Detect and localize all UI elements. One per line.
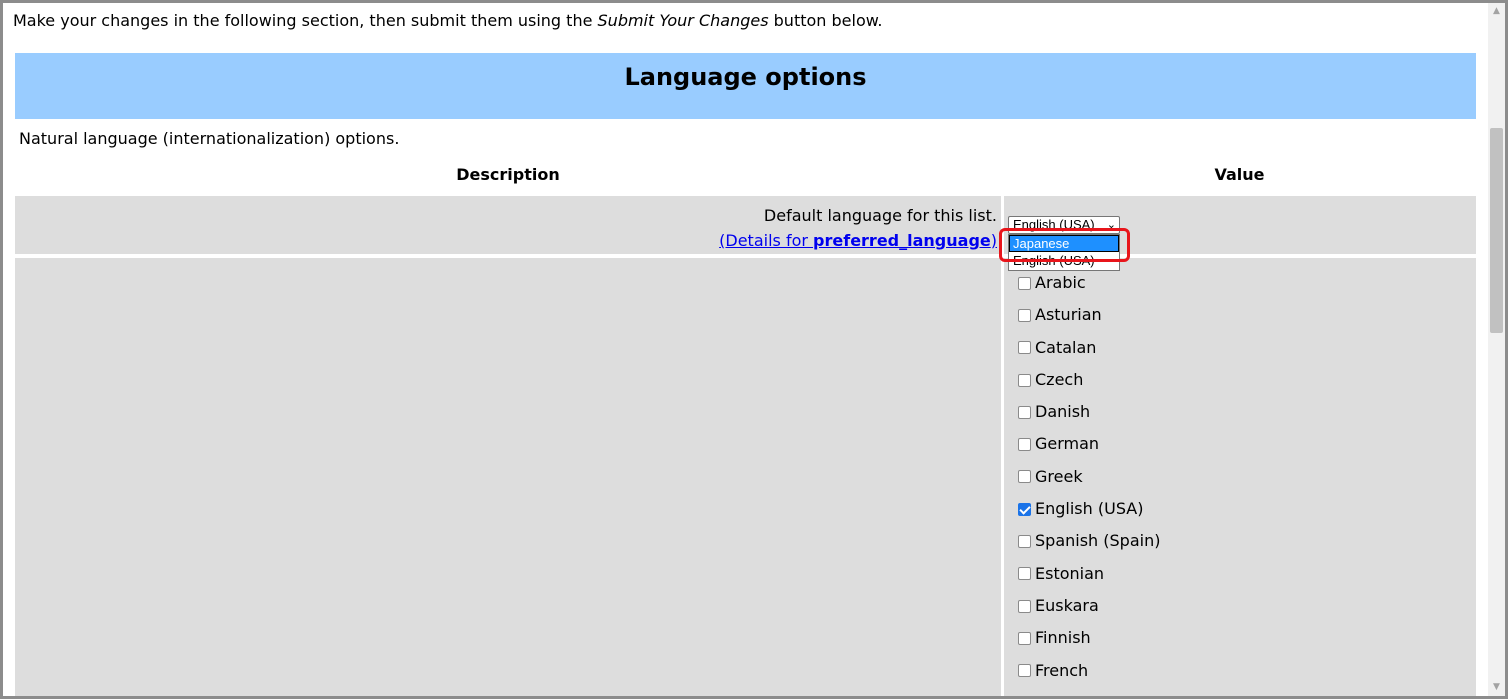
language-label: English (USA) [1035, 499, 1144, 519]
available-languages-list: Arabic Asturian Catalan Czech Danish German Gr… [1018, 267, 1160, 696]
language-label: Greek [1035, 466, 1083, 486]
language-checkbox[interactable] [1018, 341, 1031, 355]
section-header: Language options [15, 53, 1476, 119]
language-checkbox[interactable] [1018, 373, 1031, 387]
language-option[interactable]: Spanish (Spain) [1018, 525, 1160, 557]
language-checkbox[interactable] [1018, 502, 1031, 516]
scrollbar-thumb[interactable] [1490, 128, 1503, 333]
language-checkbox[interactable] [1018, 308, 1031, 322]
language-option[interactable]: Greek [1018, 461, 1160, 493]
language-option[interactable]: German [1018, 428, 1160, 460]
language-label: Spanish (Spain) [1035, 531, 1161, 551]
intro-text: Make your changes in the following secti… [13, 11, 882, 31]
language-label: Finnish [1035, 628, 1091, 648]
details-line: (Details for preferred_language) [719, 228, 997, 253]
language-option[interactable]: Catalan [1018, 332, 1160, 364]
language-label: French [1035, 660, 1089, 680]
intro-emphasis: Submit Your Changes [597, 11, 769, 30]
language-label: Catalan [1035, 337, 1097, 357]
language-option[interactable]: English (USA) [1018, 493, 1160, 525]
language-option[interactable]: Danish [1018, 396, 1160, 428]
details-link-suffix[interactable]: ) [991, 231, 997, 250]
language-option[interactable]: Euskara [1018, 590, 1160, 622]
details-link-name: preferred_language [813, 231, 991, 250]
language-option[interactable]: French [1018, 655, 1160, 687]
language-label: Estonian [1035, 563, 1105, 583]
language-option[interactable]: Estonian [1018, 558, 1160, 590]
language-option[interactable]: Arabic [1018, 267, 1160, 299]
language-option[interactable]: Asturian [1018, 299, 1160, 331]
language-option[interactable]: Czech [1018, 364, 1160, 396]
details-prefix: (Details for [719, 231, 814, 250]
language-checkbox[interactable] [1018, 631, 1031, 645]
language-option[interactable]: Galician [1018, 687, 1160, 696]
language-label: Euskara [1035, 595, 1099, 615]
language-option[interactable]: Finnish [1018, 622, 1160, 654]
column-header-value: Value [1214, 165, 1265, 184]
intro-suffix: button below. [768, 11, 883, 30]
language-checkbox[interactable] [1018, 567, 1031, 581]
language-label: Arabic [1035, 273, 1086, 292]
language-checkbox[interactable] [1018, 438, 1031, 452]
language-checkbox[interactable] [1018, 405, 1031, 419]
language-label: Danish [1035, 402, 1091, 422]
vertical-scrollbar[interactable]: ▲ ▼ [1488, 3, 1505, 696]
details-link[interactable]: (Details for preferred_language [719, 231, 991, 250]
language-checkbox[interactable] [1018, 664, 1031, 678]
browser-viewport: Make your changes in the following secti… [0, 0, 1508, 699]
column-header-description: Description [456, 165, 560, 184]
language-checkbox[interactable] [1018, 276, 1031, 290]
language-label: German [1035, 434, 1100, 454]
language-label: Asturian [1035, 305, 1102, 325]
scroll-up-arrow-icon[interactable]: ▲ [1488, 3, 1505, 20]
language-checkbox[interactable] [1018, 470, 1031, 484]
preferred-language-description-cell: Default language for this list. (Details… [15, 196, 1001, 254]
intro-prefix: Make your changes in the following secti… [13, 11, 598, 30]
language-checkbox[interactable] [1018, 535, 1031, 549]
section-description: Natural language (internationalization) … [19, 129, 400, 148]
language-checkbox[interactable] [1018, 599, 1031, 613]
preferred-language-label: Default language for this list. [763, 206, 997, 225]
section-title: Language options [624, 63, 867, 91]
language-label: Czech [1035, 369, 1084, 389]
highlight-annotation-box [999, 228, 1130, 262]
available-languages-description-cell [15, 258, 1001, 696]
scroll-down-arrow-icon[interactable]: ▼ [1488, 679, 1505, 696]
language-label: Galician [1035, 687, 1099, 696]
